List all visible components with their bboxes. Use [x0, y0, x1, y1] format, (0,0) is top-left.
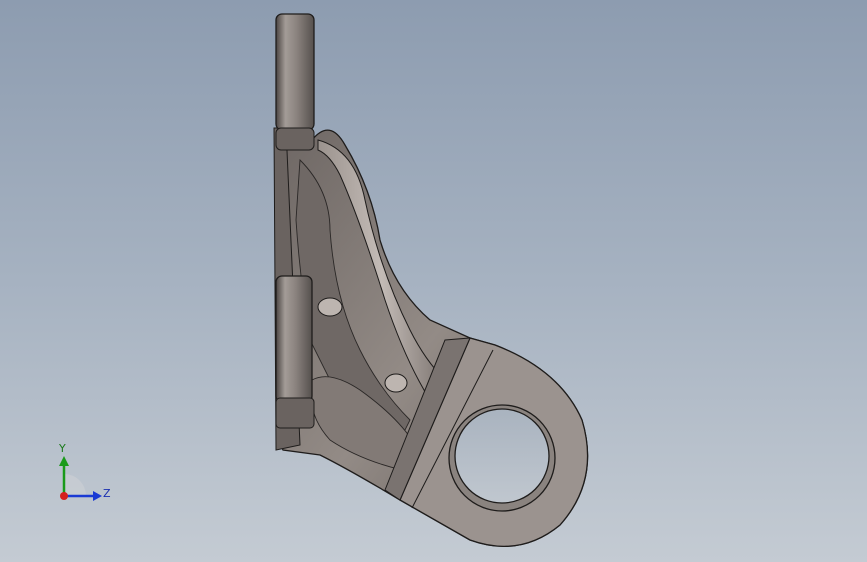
z-axis-arrow: [93, 491, 102, 501]
lower-boss-cap: [275, 397, 315, 429]
x-axis-origin: [60, 492, 68, 500]
bolt-bump-upper: [317, 297, 343, 317]
lug-hole: [454, 408, 550, 504]
upper-boss: [275, 13, 315, 131]
y-axis-arrow: [59, 456, 69, 466]
y-axis-label: Y: [58, 442, 66, 455]
bracket-part-model[interactable]: [0, 0, 867, 562]
z-axis-label: Z: [103, 487, 111, 500]
triad-quadrant: [64, 474, 86, 496]
upper-boss-cap: [275, 127, 315, 151]
lower-boss: [275, 275, 313, 403]
bolt-bump-lower: [384, 373, 408, 393]
graphics-viewport[interactable]: Y Z: [0, 0, 867, 562]
reference-triad: Y Z: [58, 442, 111, 501]
